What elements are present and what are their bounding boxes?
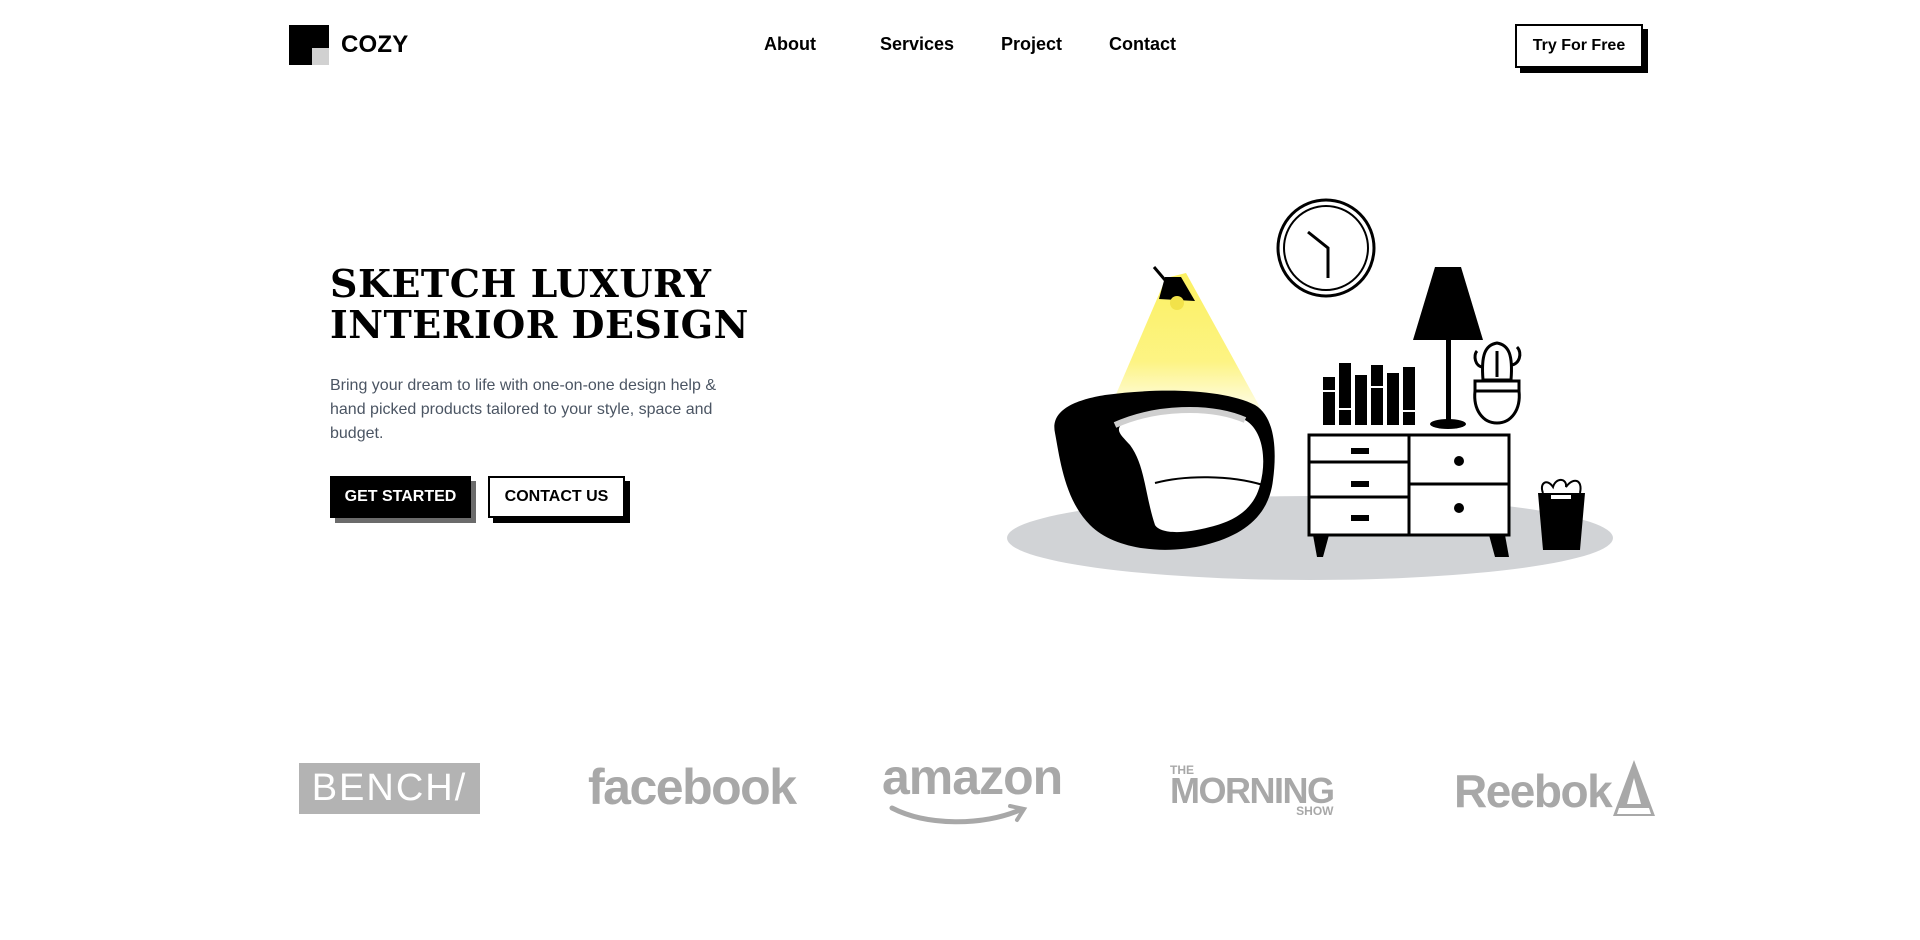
hero-title-line-2: INTERIOR DESIGN	[330, 302, 749, 347]
logo-link[interactable]: COZY	[289, 25, 408, 65]
hero-title: SKETCH LUXURY INTERIOR DESIGN	[330, 263, 830, 345]
amazon-smile-icon	[889, 804, 1028, 825]
reebok-logo: Reebok	[1454, 758, 1657, 818]
interior-illustration	[1007, 198, 1613, 580]
table-lamp-icon	[1413, 267, 1483, 429]
logo-mark-icon	[289, 25, 329, 65]
nav-project[interactable]: Project	[1001, 34, 1062, 55]
morning-show-logo: THE MORNING SHOW	[1170, 764, 1335, 817]
logo-text: COZY	[341, 31, 409, 58]
get-started-button[interactable]: GET STARTED	[330, 476, 471, 518]
try-for-free-button[interactable]: Try For Free	[1515, 24, 1643, 68]
hero-title-line-1: SKETCH LUXURY	[330, 261, 712, 306]
amazon-logo-text: amazon	[882, 749, 1063, 805]
nav-contact[interactable]: Contact	[1109, 34, 1176, 55]
bench-logo: BENCH/	[299, 763, 480, 814]
amazon-logo: amazon	[882, 749, 1063, 831]
books-icon	[1323, 363, 1415, 425]
hero-description: Bring your dream to life with one-on-one…	[330, 377, 716, 442]
contact-us-button[interactable]: CONTACT US	[488, 476, 625, 518]
facebook-logo: facebook	[588, 759, 797, 815]
cactus-icon	[1473, 341, 1522, 425]
nav-services[interactable]: Services	[880, 34, 954, 55]
clock-icon	[1276, 198, 1376, 298]
reebok-logo-text: Reebok	[1454, 765, 1613, 817]
reebok-delta-icon	[1613, 760, 1656, 816]
nav-about[interactable]: About	[764, 34, 816, 55]
morning-show-main: MORNING	[1170, 770, 1335, 811]
basket-icon	[1538, 478, 1585, 550]
